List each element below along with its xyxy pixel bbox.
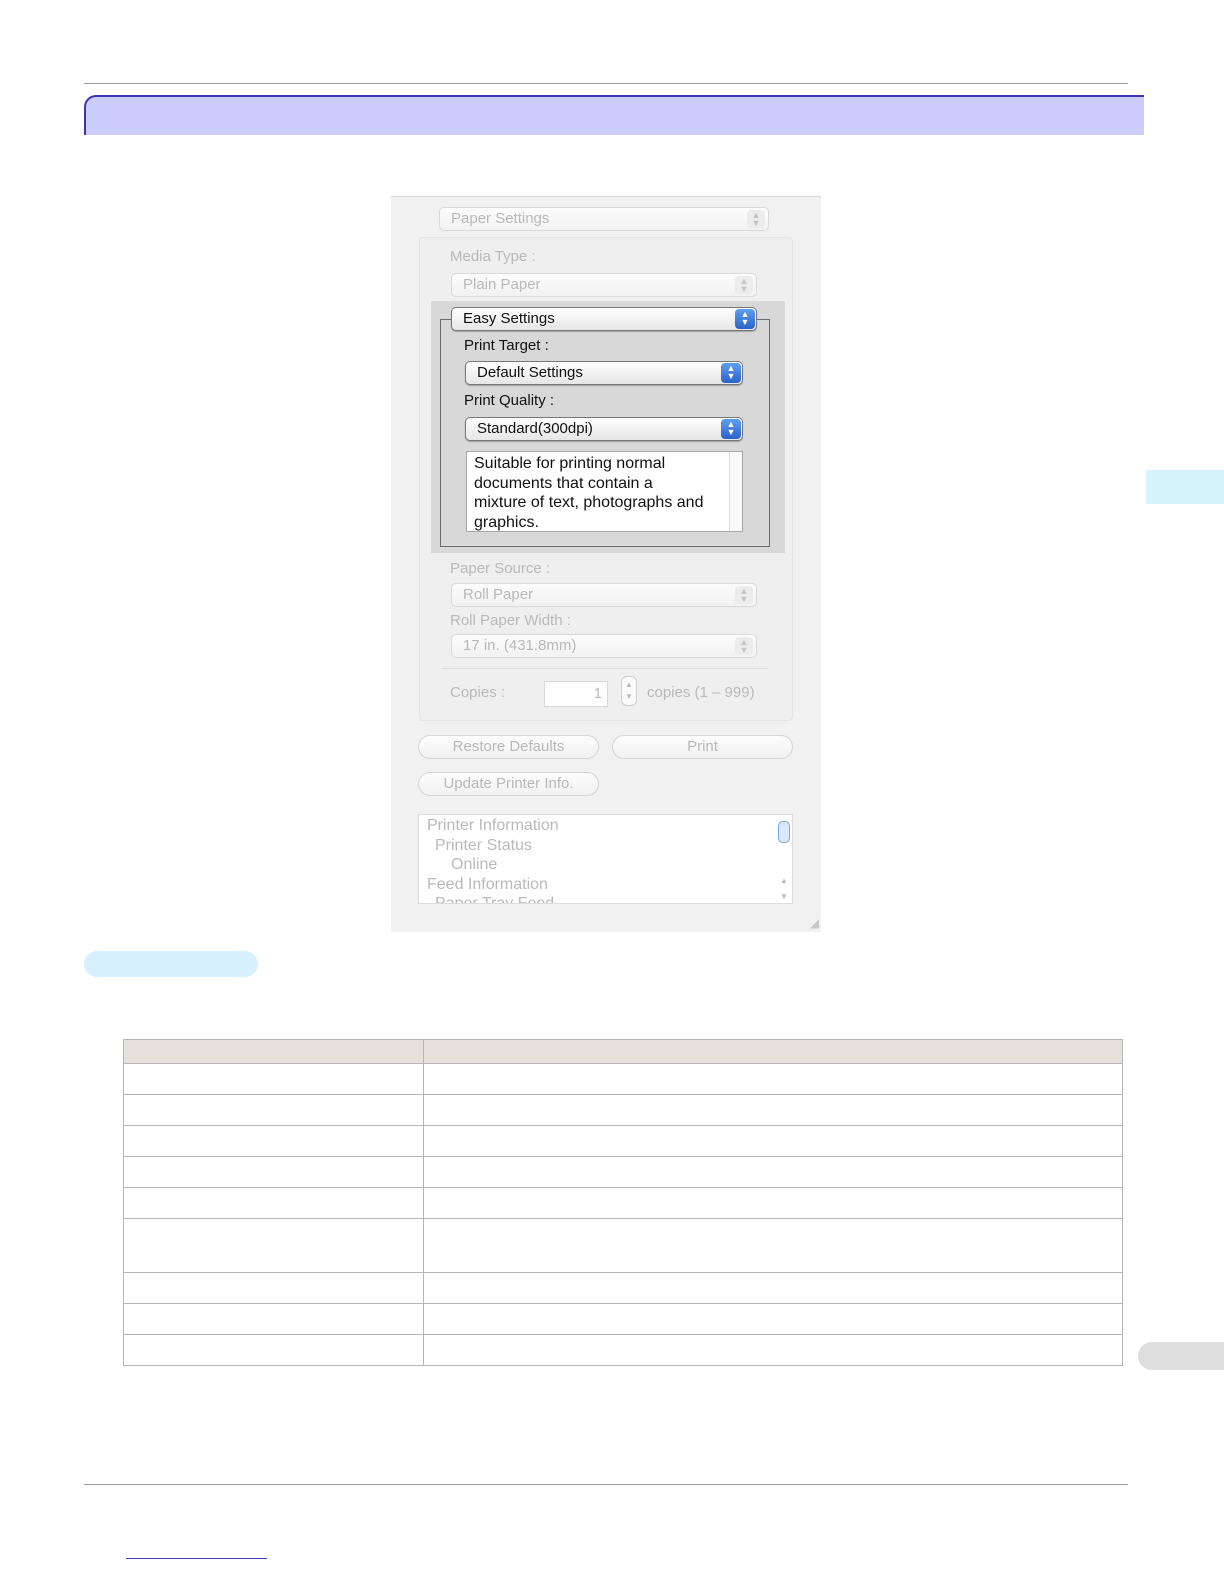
list-item: Online bbox=[451, 856, 498, 873]
table-cell bbox=[123, 1063, 424, 1095]
updown-arrows-icon: ▲ ▼ bbox=[721, 419, 741, 439]
description-line: graphics. bbox=[474, 513, 539, 531]
copies-input[interactable]: 1 bbox=[544, 681, 608, 707]
table-cell bbox=[123, 1125, 424, 1157]
table-cell bbox=[423, 1063, 1123, 1095]
copies-label: Copies : bbox=[450, 684, 506, 701]
updown-arrows-icon: ▲ ▼ bbox=[735, 586, 753, 604]
list-item: Paper Tray Feed bbox=[435, 895, 555, 904]
table-header-cell bbox=[423, 1039, 1123, 1064]
section-title-bar bbox=[84, 95, 1144, 135]
top-rule bbox=[84, 83, 1128, 84]
table-row bbox=[123, 1187, 1123, 1219]
table-cell bbox=[423, 1334, 1123, 1366]
scroll-down-icon[interactable]: ▼ bbox=[779, 887, 789, 903]
table-cell bbox=[123, 1272, 424, 1304]
table-row bbox=[123, 1218, 1123, 1273]
table-row bbox=[123, 1156, 1123, 1188]
quality-description-box: Suitable for printing normal documents t… bbox=[466, 451, 743, 532]
bottom-rule bbox=[84, 1484, 1128, 1485]
media-type-value: Plain Paper bbox=[463, 276, 541, 293]
paper-source-label: Paper Source : bbox=[450, 560, 551, 577]
list-item: Printer Status bbox=[435, 836, 532, 854]
copies-range-text: copies (1 – 999) bbox=[647, 684, 755, 701]
easy-settings-popup[interactable]: Easy Settings ▲ ▼ bbox=[451, 307, 757, 331]
print-button[interactable]: Print bbox=[612, 735, 793, 759]
description-line: documents that contain a bbox=[474, 474, 653, 492]
print-quality-label: Print Quality : bbox=[464, 392, 555, 409]
table-cell bbox=[423, 1303, 1123, 1335]
updown-arrows-icon: ▲ ▼ bbox=[735, 276, 753, 294]
updown-arrows-icon: ▲ ▼ bbox=[747, 210, 765, 228]
table-row bbox=[123, 1125, 1123, 1157]
separator bbox=[441, 668, 768, 669]
print-quality-value: Standard(300dpi) bbox=[477, 420, 593, 437]
table-cell bbox=[123, 1187, 424, 1219]
table-cell bbox=[123, 1303, 424, 1335]
table-row bbox=[123, 1272, 1123, 1304]
chapter-side-tab[interactable] bbox=[1146, 470, 1224, 504]
roll-paper-width-value: 17 in. (431.8mm) bbox=[463, 637, 577, 654]
table-header-cell bbox=[123, 1039, 424, 1064]
updown-arrows-icon: ▲ ▼ bbox=[721, 363, 741, 383]
paper-source-popup[interactable]: Roll Paper ▲ ▼ bbox=[451, 583, 757, 607]
list-scroll-thumb[interactable] bbox=[778, 821, 790, 843]
list-item: Feed Information bbox=[427, 875, 548, 893]
resize-grip-icon[interactable]: ◢ bbox=[805, 916, 819, 930]
update-printer-info-button[interactable]: Update Printer Info. bbox=[418, 772, 599, 796]
media-type-label: Media Type : bbox=[450, 248, 536, 265]
section-label-pill bbox=[84, 951, 258, 977]
settings-table bbox=[123, 1039, 1123, 1366]
page-side-tab[interactable] bbox=[1138, 1342, 1224, 1370]
table-cell bbox=[423, 1094, 1123, 1126]
table-cell bbox=[423, 1125, 1123, 1157]
table-row bbox=[123, 1094, 1123, 1126]
paper-source-value: Roll Paper bbox=[463, 586, 534, 603]
media-type-popup[interactable]: Plain Paper ▲ ▼ bbox=[451, 273, 757, 297]
description-line: mixture of text, photographs and bbox=[474, 494, 704, 511]
print-target-value: Default Settings bbox=[477, 364, 583, 381]
roll-paper-width-label: Roll Paper Width : bbox=[450, 612, 571, 629]
table-cell bbox=[123, 1094, 424, 1126]
panel-select-value: Paper Settings bbox=[451, 210, 550, 227]
stepper-icon[interactable]: ▲ ▼ bbox=[621, 676, 637, 706]
description-line: Suitable for printing normal bbox=[474, 455, 666, 472]
table-cell bbox=[423, 1272, 1123, 1304]
table-cell bbox=[123, 1218, 424, 1273]
table-cell bbox=[423, 1156, 1123, 1188]
restore-defaults-button[interactable]: Restore Defaults bbox=[418, 735, 599, 759]
panel-select-popup[interactable]: Paper Settings ▲ ▼ bbox=[439, 207, 769, 231]
printer-info-list: Printer Information Printer Status Onlin… bbox=[418, 814, 793, 904]
list-item: Printer Information bbox=[427, 817, 559, 834]
description-scrollbar[interactable] bbox=[729, 452, 742, 531]
table-row bbox=[123, 1334, 1123, 1366]
table-header-row bbox=[123, 1039, 1123, 1064]
table-row bbox=[123, 1303, 1123, 1335]
footer-link-underline[interactable] bbox=[126, 1558, 267, 1559]
table-cell bbox=[123, 1156, 424, 1188]
table-cell bbox=[423, 1218, 1123, 1273]
roll-paper-width-popup[interactable]: 17 in. (431.8mm) ▲ ▼ bbox=[451, 634, 757, 658]
print-settings-dialog: Paper Settings ▲ ▼ Media Type : Plain Pap… bbox=[391, 196, 821, 932]
print-target-popup[interactable]: Default Settings ▲ ▼ bbox=[465, 361, 743, 385]
print-target-label: Print Target : bbox=[464, 337, 549, 354]
table-cell bbox=[123, 1334, 424, 1366]
updown-arrows-icon: ▲ ▼ bbox=[735, 309, 755, 329]
table-row bbox=[123, 1063, 1123, 1095]
table-cell bbox=[423, 1187, 1123, 1219]
updown-arrows-icon: ▲ ▼ bbox=[735, 637, 753, 655]
easy-settings-value: Easy Settings bbox=[463, 310, 555, 327]
print-quality-popup[interactable]: Standard(300dpi) ▲ ▼ bbox=[465, 417, 743, 441]
